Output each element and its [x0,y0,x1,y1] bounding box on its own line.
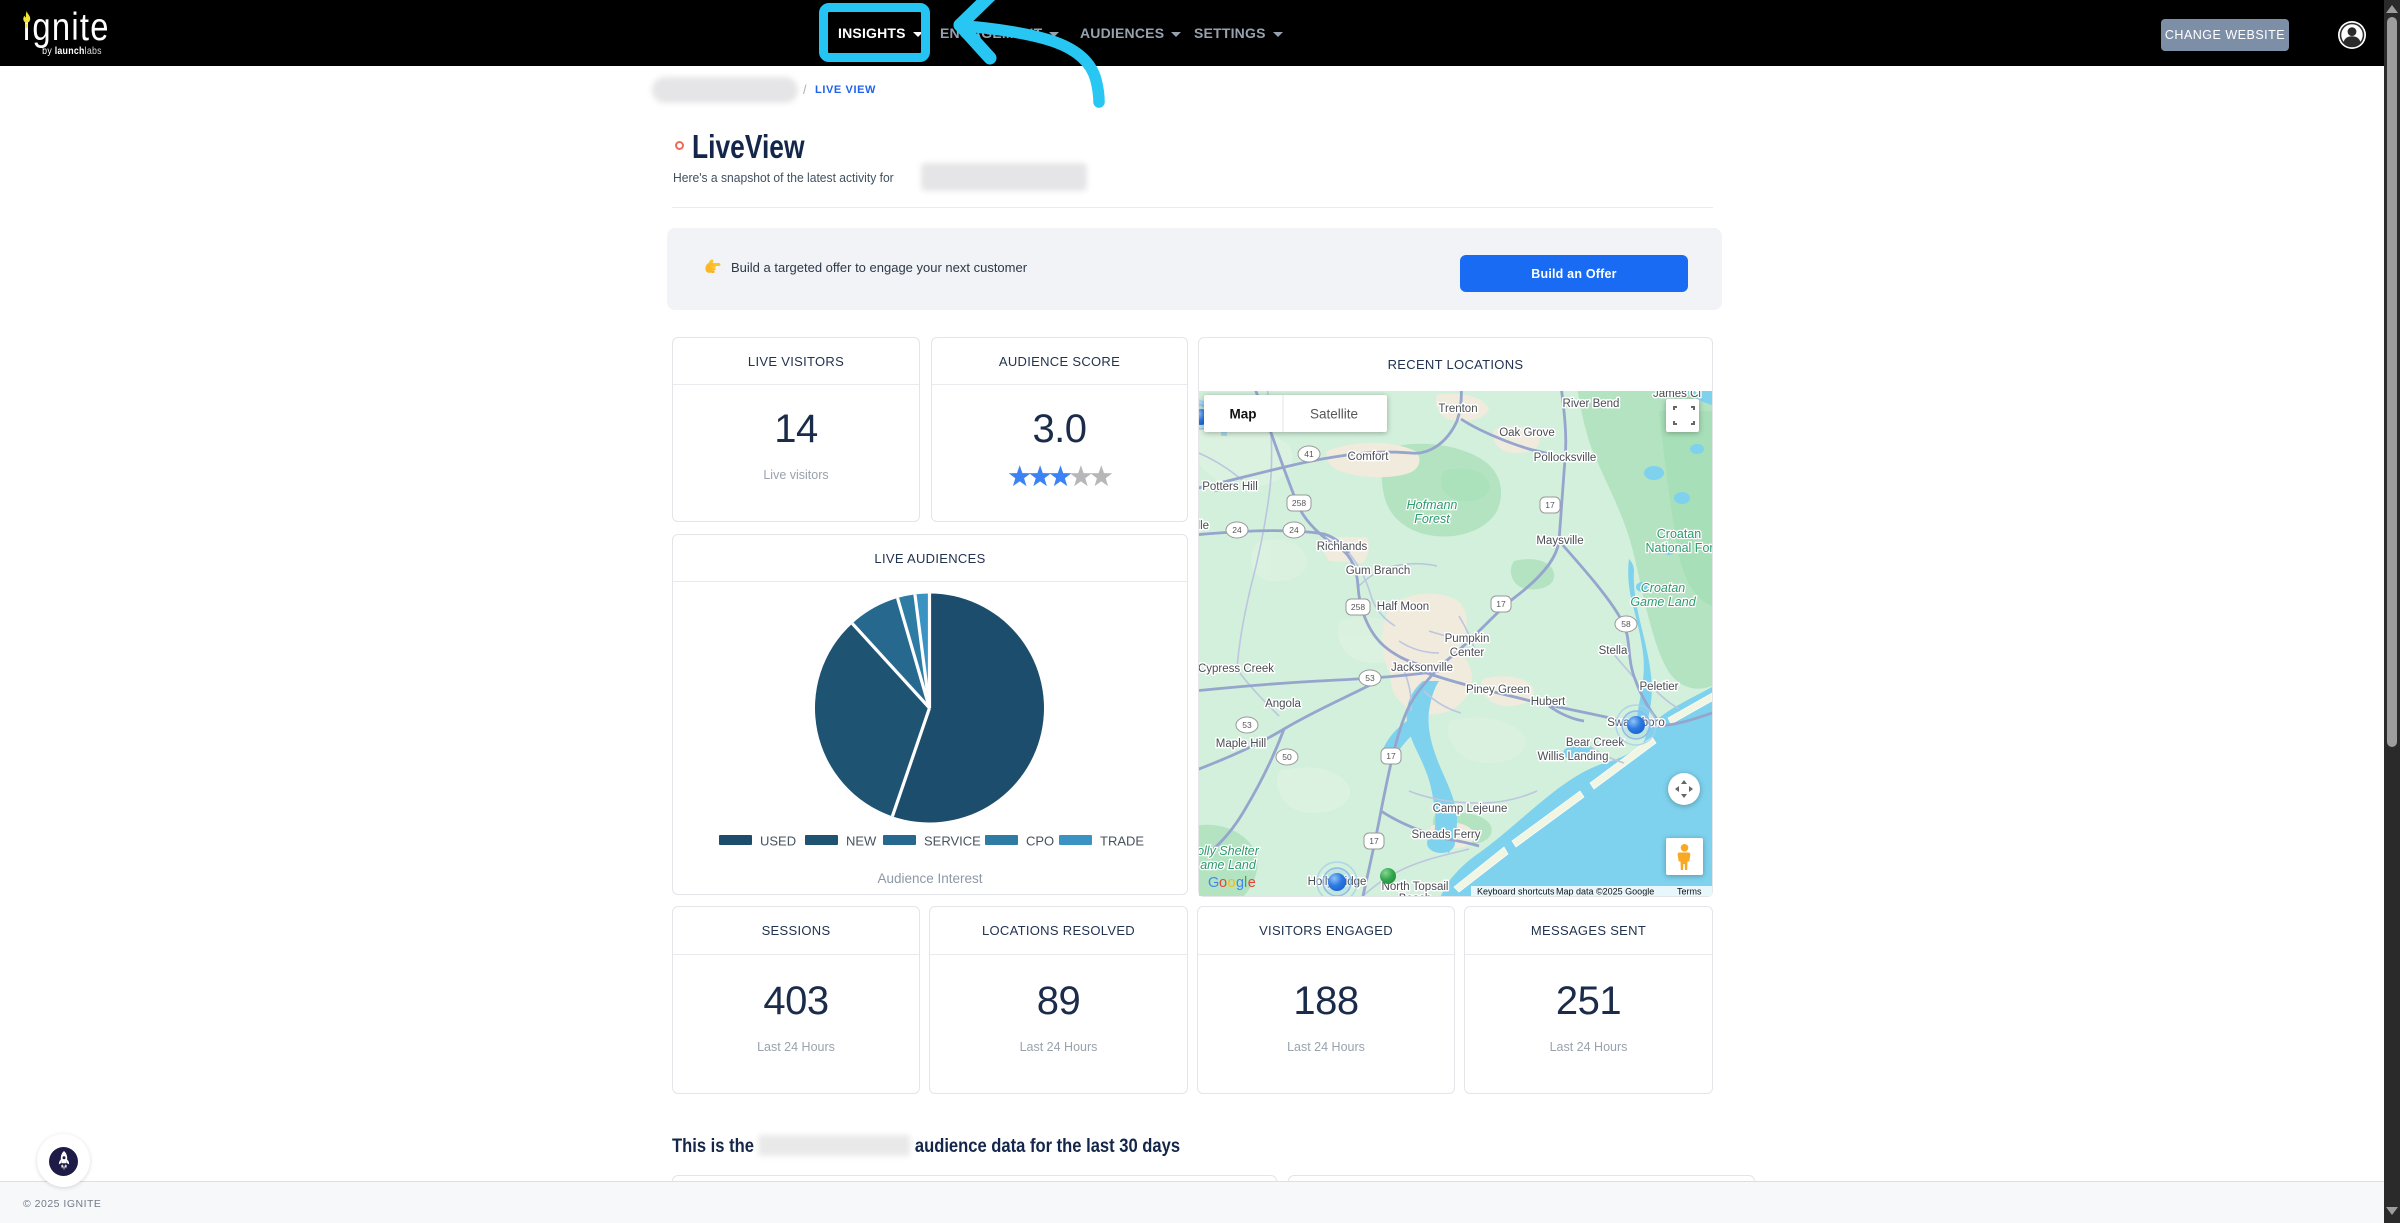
svg-text:Pumpkin: Pumpkin [1445,633,1490,645]
svg-text:258: 258 [1292,498,1306,508]
svg-text:Center: Center [1450,647,1485,659]
svg-text:o: o [1219,875,1227,891]
svg-text:e: e [1248,875,1256,891]
svg-text:Potters Hill: Potters Hill [1202,481,1258,493]
svg-text:Oak Grove: Oak Grove [1499,427,1555,439]
svg-text:Terms: Terms [1677,887,1702,897]
svg-text:Pollocksville: Pollocksville [1534,452,1597,464]
svg-text:Peletier: Peletier [1640,681,1679,693]
svg-text:g: g [1236,875,1244,891]
svg-text:258: 258 [1351,602,1365,612]
svg-text:l: l [1244,875,1247,891]
svg-text:Map: Map [1230,407,1257,422]
svg-text:Stella: Stella [1599,645,1628,657]
svg-text:Game Land: Game Land [1630,595,1696,609]
svg-text:James Ci: James Ci [1653,391,1701,400]
svg-text:Sneads Ferry: Sneads Ferry [1411,829,1480,841]
svg-text:53: 53 [1242,720,1252,730]
svg-text:Maple Hill: Maple Hill [1216,738,1267,750]
svg-text:Audience Interest: Audience Interest [877,871,982,886]
svg-text:17: 17 [1369,836,1379,846]
svg-text:Maysville: Maysville [1536,535,1583,547]
svg-text:41: 41 [1304,449,1314,459]
svg-text:Richlands: Richlands [1317,541,1368,553]
svg-text:17: 17 [1545,500,1555,510]
svg-text:53: 53 [1365,673,1375,683]
svg-text:58: 58 [1621,619,1631,629]
svg-text:Gum Branch: Gum Branch [1346,565,1411,577]
svg-text:Half Moon: Half Moon [1377,601,1429,613]
svg-text:NEW: NEW [846,834,877,849]
svg-text:Satellite: Satellite [1310,407,1358,422]
svg-text:Map data ©2025 Google: Map data ©2025 Google [1556,887,1654,897]
svg-text:o: o [1228,875,1236,891]
svg-text:TRADE: TRADE [1100,834,1144,849]
svg-text:River Bend: River Bend [1563,398,1620,410]
svg-text:G: G [1208,875,1219,891]
svg-text:Piney Green: Piney Green [1466,684,1530,696]
svg-text:50: 50 [1282,752,1292,762]
svg-text:ame Land: ame Land [1200,858,1257,872]
svg-text:Jacksonville: Jacksonville [1391,662,1453,674]
svg-text:Camp Lejeune: Camp Lejeune [1433,803,1508,815]
svg-text:Croatan: Croatan [1657,527,1702,541]
svg-text:Keyboard shortcuts: Keyboard shortcuts [1477,887,1555,897]
svg-text:SERVICE: SERVICE [924,834,981,849]
svg-text:Comfort: Comfort [1348,451,1390,463]
svg-text:Croatan: Croatan [1641,581,1686,595]
svg-text:CPO: CPO [1026,834,1054,849]
svg-text:USED: USED [760,834,796,849]
svg-text:24: 24 [1289,525,1299,535]
svg-text:olly Shelter: olly Shelter [1199,844,1260,858]
svg-text:Hubert: Hubert [1531,696,1566,708]
svg-text:Cypress Creek: Cypress Creek [1199,663,1274,675]
svg-text:National Fore: National Fore [1645,541,1712,555]
svg-text:Hofmann: Hofmann [1407,498,1458,512]
svg-text:17: 17 [1496,599,1506,609]
svg-text:Angola: Angola [1265,698,1301,710]
svg-text:Willis Landing: Willis Landing [1538,751,1609,763]
svg-text:Trenton: Trenton [1438,403,1477,415]
svg-text:Forest: Forest [1414,512,1450,526]
svg-text:Bear Creek: Bear Creek [1566,737,1624,749]
svg-text:Beach: Beach [1399,893,1432,896]
svg-text:ille: ille [1199,520,1209,532]
svg-text:24: 24 [1232,525,1242,535]
svg-text:17: 17 [1386,751,1396,761]
